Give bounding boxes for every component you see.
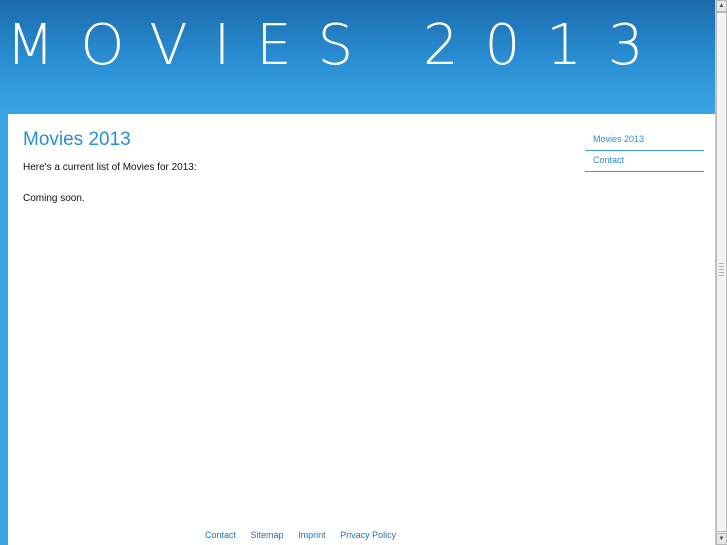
header-banner: MOVIES 2013 (0, 0, 715, 114)
scrollbar-thumb[interactable] (716, 12, 727, 532)
status-text: Coming soon. (23, 193, 85, 204)
side-navigation: Movies 2013 Contact (585, 130, 704, 172)
page-background: MOVIES 2013 Movies 2013 Here's a current… (0, 0, 715, 545)
page-title: Movies 2013 (23, 129, 131, 150)
main-content: Movies 2013 Here's a current list of Mov… (23, 128, 563, 205)
site-logo-title[interactable]: MOVIES 2013 (6, 18, 669, 74)
scroll-down-arrow-icon[interactable]: ▼ (716, 533, 727, 545)
grip-icon (719, 263, 724, 277)
vertical-scrollbar[interactable]: ▲ ▼ (715, 0, 727, 545)
footer-link-privacy-policy[interactable]: Privacy Policy (340, 530, 396, 540)
content-area: Movies 2013 Here's a current list of Mov… (8, 114, 715, 545)
footer-link-contact[interactable]: Contact (205, 530, 236, 540)
nav-item-contact[interactable]: Contact (585, 151, 704, 172)
scroll-up-arrow-icon[interactable]: ▲ (716, 0, 727, 12)
footer-links: Contact Sitemap Imprint Privacy Policy (205, 530, 408, 540)
intro-text: Here's a current list of Movies for 2013… (23, 162, 197, 173)
footer-link-sitemap[interactable]: Sitemap (251, 530, 284, 540)
footer-link-imprint[interactable]: Imprint (298, 530, 326, 540)
nav-item-movies-2013[interactable]: Movies 2013 (585, 130, 704, 151)
